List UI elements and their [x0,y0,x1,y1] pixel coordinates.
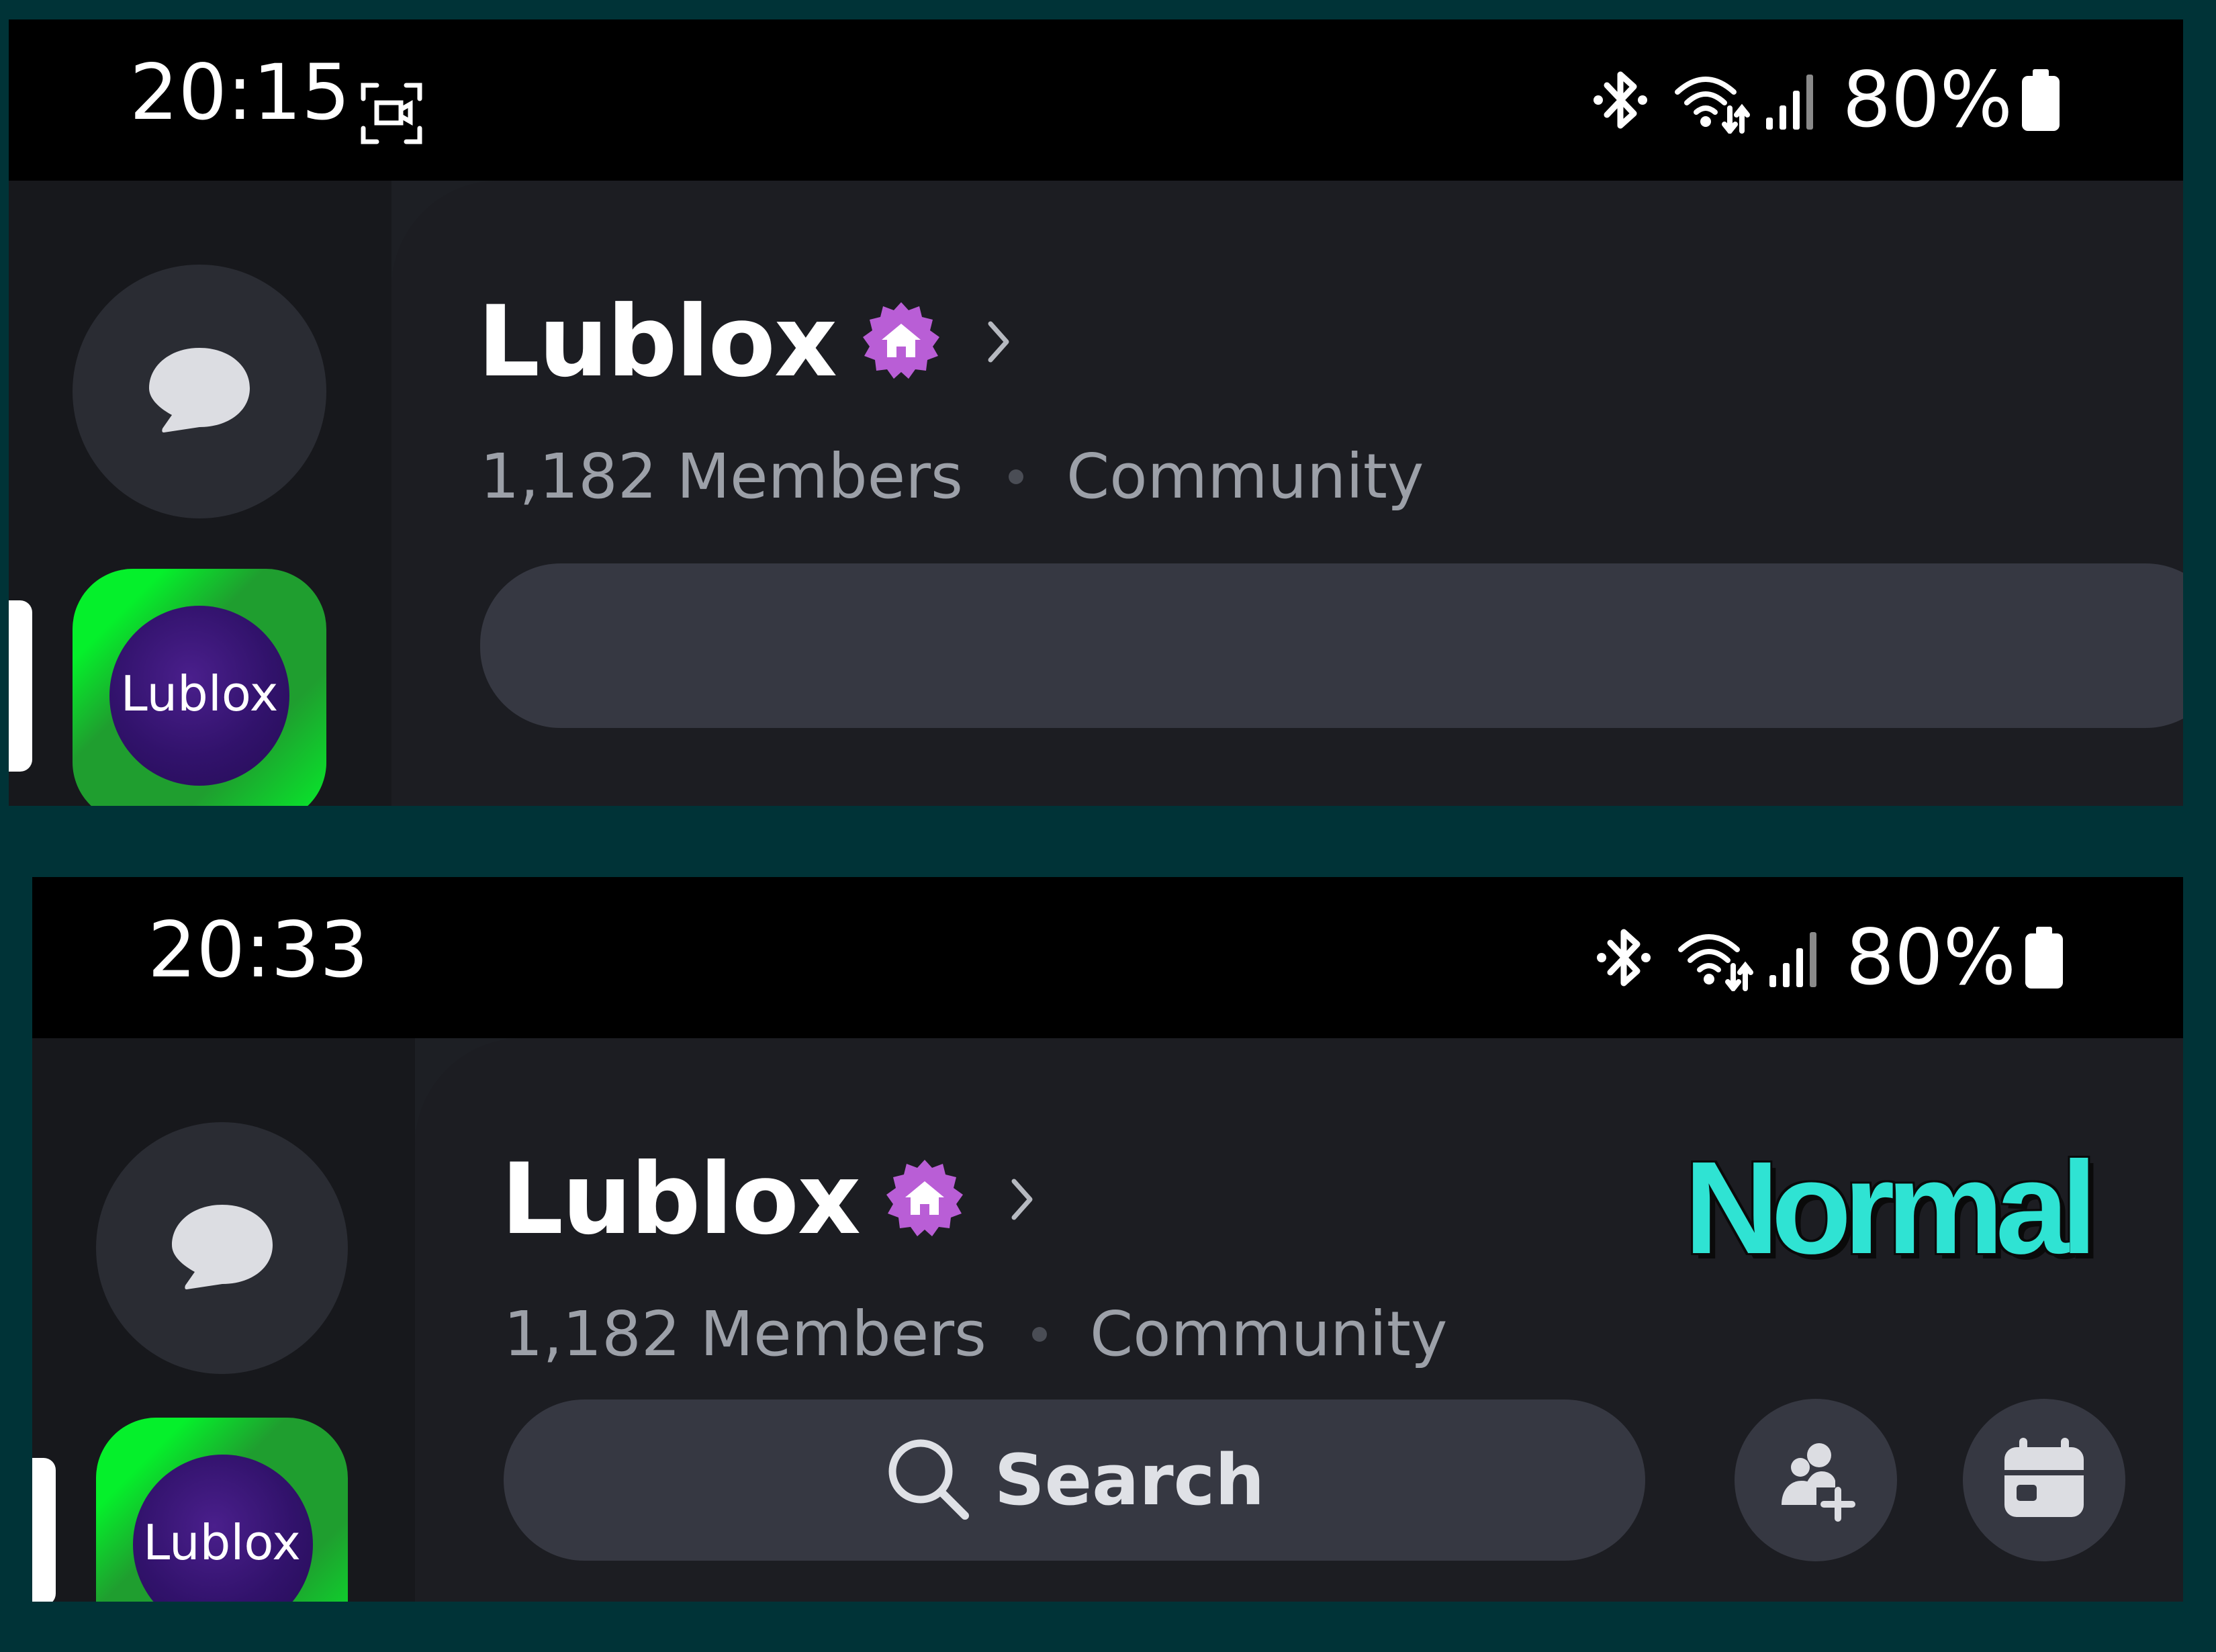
battery-icon [2019,66,2062,134]
wifi-icon [1672,66,1753,134]
meta-separator-dot [1008,469,1023,484]
events-calendar-icon [2000,1435,2088,1525]
chevron-right-icon [1011,1179,1033,1220]
server-rail: Lublox [32,1038,415,1602]
signal-icon [1765,66,1825,134]
battery-icon [2023,924,2066,991]
signal-icon [1768,924,1829,991]
server-type: Community [1066,441,1424,512]
bluetooth-icon [1590,66,1651,134]
search-bar[interactable] [480,563,2183,728]
server-name: Lublox [501,1142,861,1256]
meta-separator-dot [1031,1327,1047,1342]
search-label: Search [994,1439,1265,1521]
community-home-badge-icon [863,302,940,379]
member-count: 1,182 Members [480,441,963,512]
overlay-caption: Normal [1684,1134,2097,1281]
invite-members-button[interactable] [1735,1399,1897,1561]
server-rail: Lublox [9,181,391,806]
invite-members-icon [1772,1435,1859,1525]
server-meta: 1,182 Members Community [504,1303,1447,1365]
status-icons: 80% [1594,917,2066,998]
bluetooth-icon [1594,924,1654,991]
direct-messages-button[interactable] [96,1122,348,1374]
server-name: Lublox [477,285,837,399]
server-main-panel: Lublox 1,182 Members Community [391,181,2183,806]
server-main-panel: Lublox Normal 1,182 Members Community Se… [415,1038,2183,1602]
screenshot-bottom: 20:33 80% Lublox Lublox Normal 1,182 Mem… [32,877,2183,1602]
server-icon-label: Lublox [143,1514,301,1571]
selected-server-indicator [32,1458,56,1602]
direct-messages-button[interactable] [73,265,326,518]
status-icons: 80% [1590,60,2062,140]
battery-percent: 80% [1842,55,2013,144]
search-icon [884,1435,972,1525]
chat-bubble-icon [142,333,257,450]
battery-percent: 80% [1845,913,2016,1002]
search-bar[interactable]: Search [504,1399,1645,1561]
status-bar: 20:33 80% [32,877,2183,1038]
screenshot-top: 20:15 80% Lublox Lublox 1,182 Members Co… [9,19,2183,806]
server-icon-label: Lublox [120,666,279,722]
screenshot-frame-icon [358,80,425,150]
chevron-right-icon [988,321,1009,363]
status-bar: 20:15 80% [9,19,2183,181]
selected-server-indicator [9,600,32,772]
community-home-badge-icon [886,1160,964,1236]
status-time: 20:33 [148,905,369,995]
wifi-icon [1675,924,1756,991]
server-type: Community [1089,1298,1448,1370]
server-meta: 1,182 Members Community [480,446,1424,508]
server-icon-lublox[interactable]: Lublox [96,1418,348,1602]
events-button[interactable] [1963,1399,2125,1561]
server-header[interactable]: Lublox [477,288,1012,396]
chat-bubble-icon [165,1190,279,1307]
status-time: 20:15 [130,48,351,137]
server-icon-lublox[interactable]: Lublox [73,569,326,806]
member-count: 1,182 Members [504,1298,986,1370]
server-header[interactable]: Lublox [501,1146,1035,1253]
